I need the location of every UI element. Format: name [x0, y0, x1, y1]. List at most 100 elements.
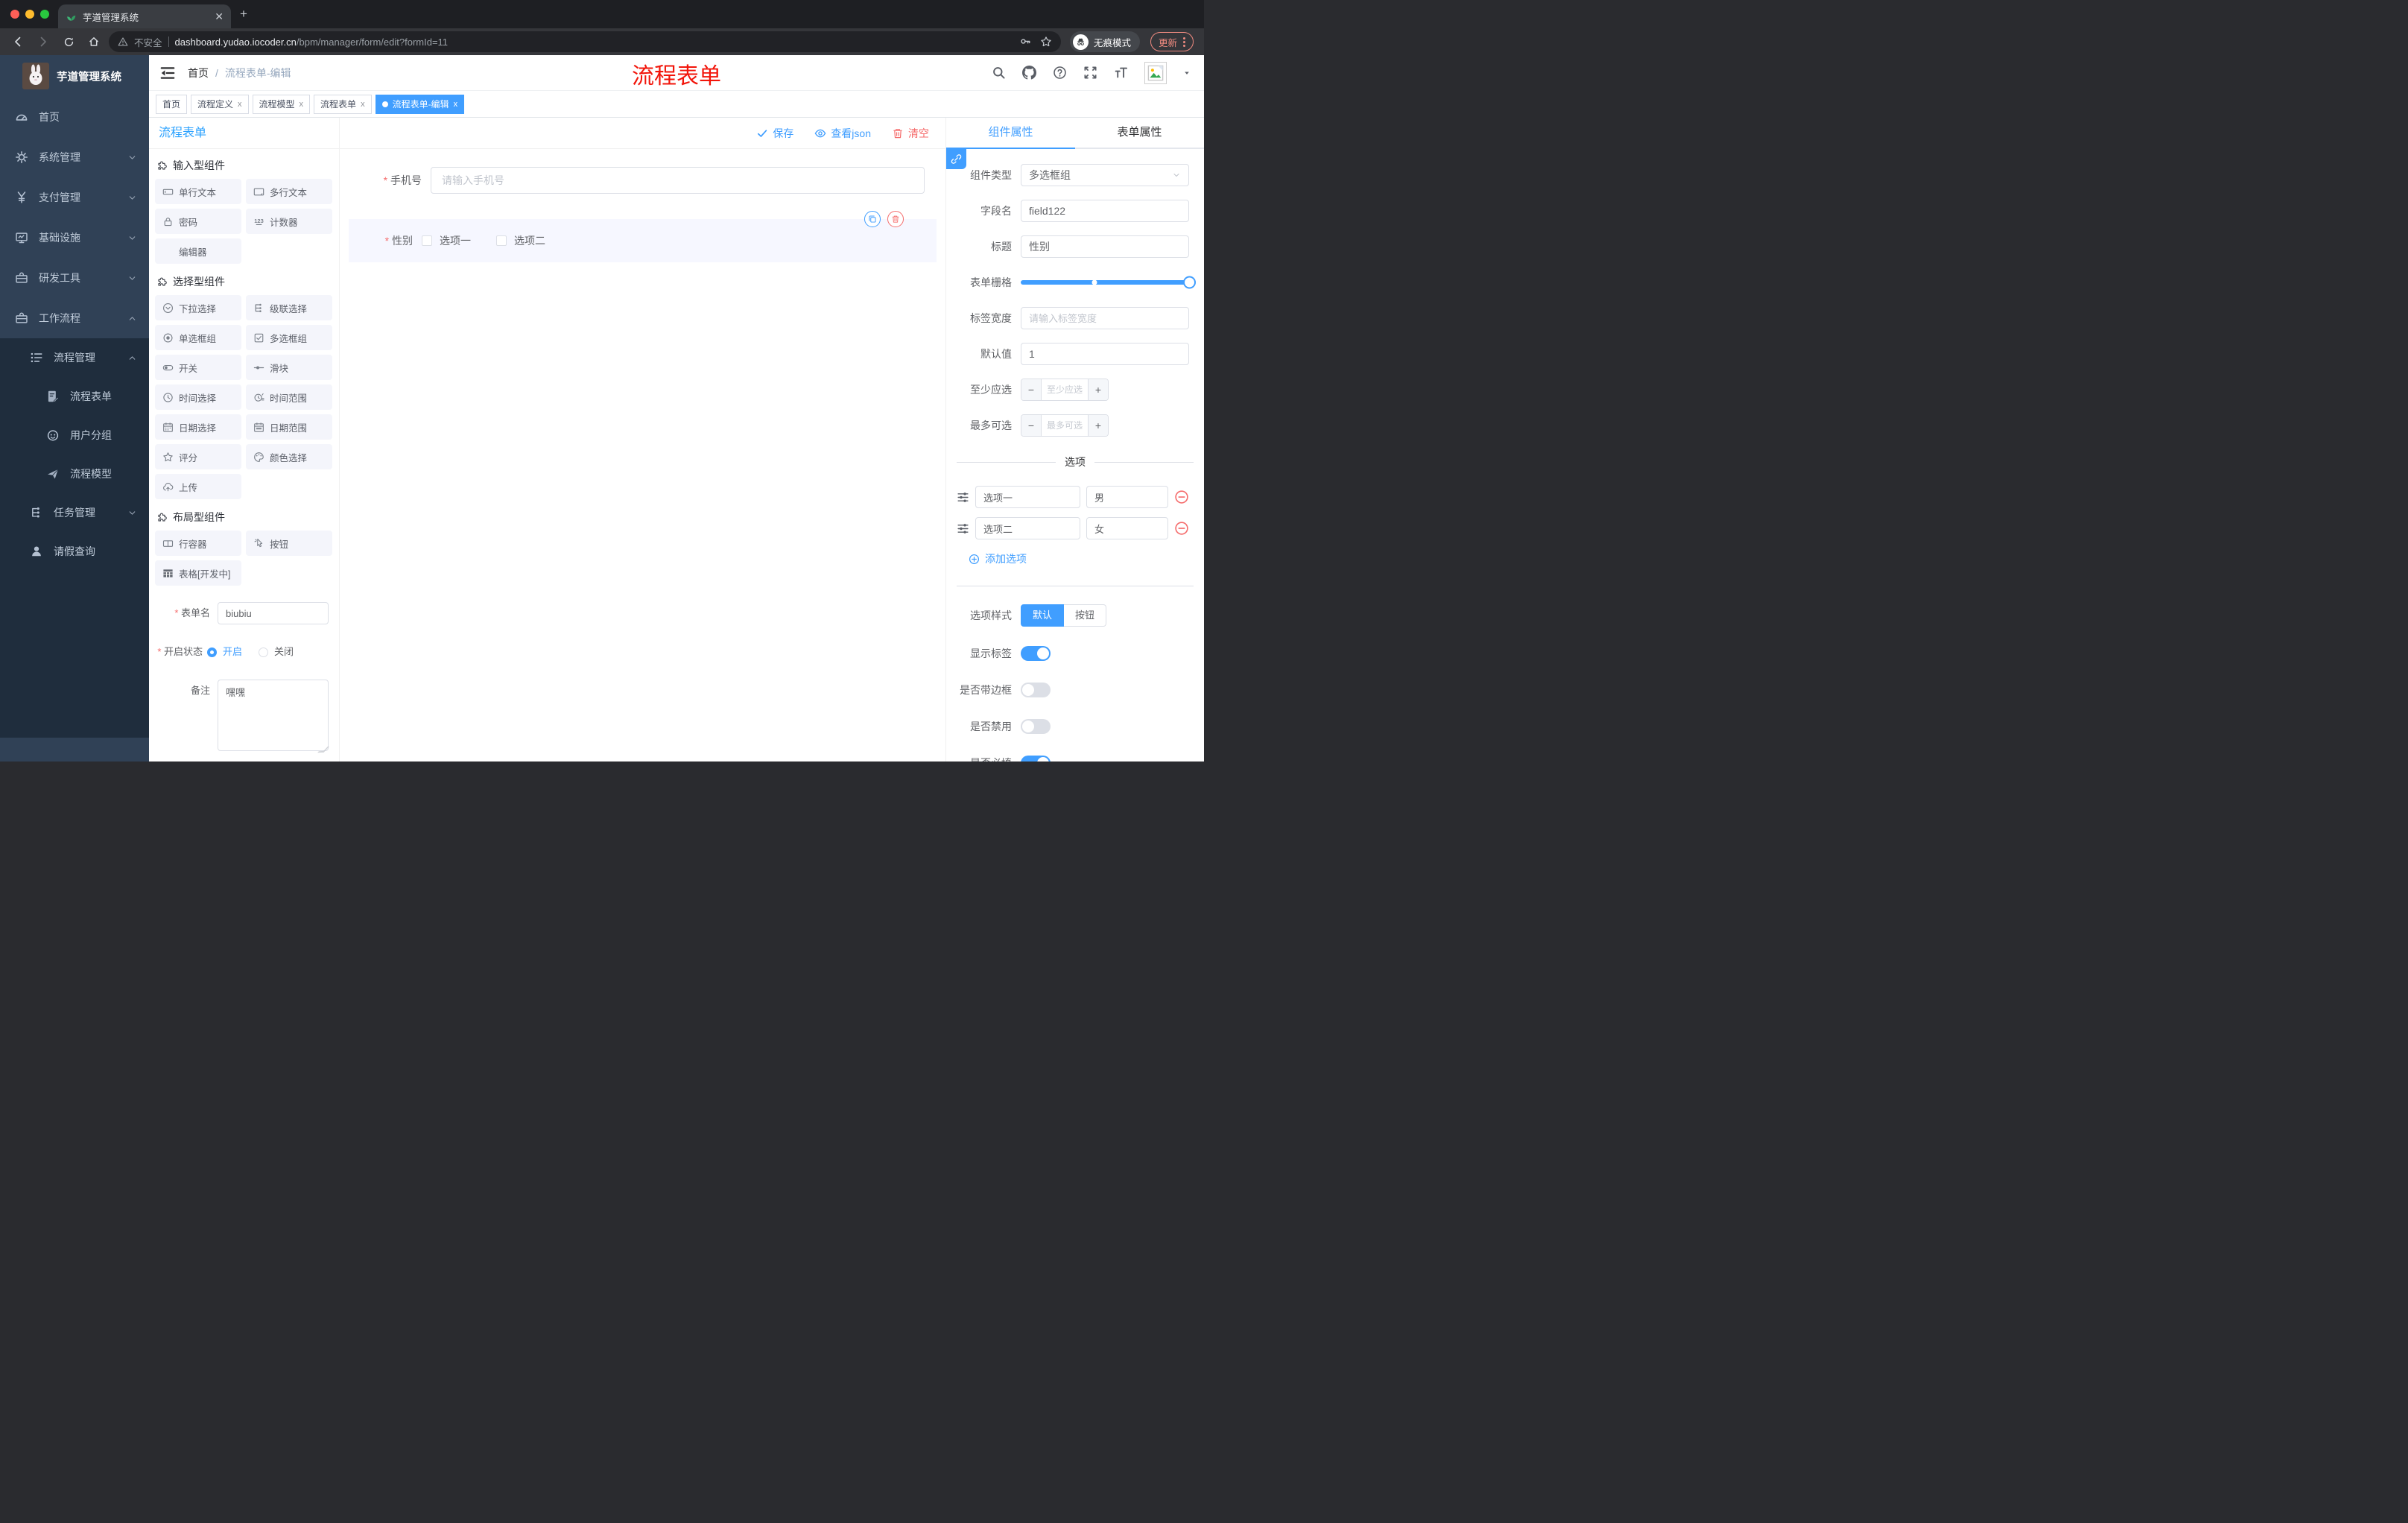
- component-time-range[interactable]: 时间范围: [246, 384, 332, 410]
- sidebar-item-payment[interactable]: 支付管理: [0, 177, 149, 218]
- search-icon[interactable]: [992, 66, 1006, 80]
- component-select[interactable]: 下拉选择: [155, 295, 241, 320]
- option-style-button[interactable]: 按钮: [1064, 604, 1107, 627]
- remove-option-icon[interactable]: [1174, 521, 1189, 536]
- component-radio-group[interactable]: 单选框组: [155, 325, 241, 350]
- close-window-button[interactable]: [10, 10, 19, 19]
- sidebar-item-process-manage[interactable]: 流程管理: [0, 338, 149, 377]
- stepper-decrease-button[interactable]: −: [1021, 415, 1042, 436]
- new-tab-button[interactable]: +: [240, 7, 247, 20]
- drag-handle-icon[interactable]: [957, 491, 969, 504]
- radio-on-label[interactable]: 开启: [223, 641, 242, 663]
- radio-off[interactable]: [259, 647, 269, 657]
- field-name-input[interactable]: [1021, 200, 1189, 222]
- stepper-decrease-button[interactable]: −: [1021, 379, 1042, 400]
- radio-on[interactable]: [207, 647, 217, 657]
- border-switch[interactable]: [1021, 683, 1051, 697]
- form-grid-slider[interactable]: [1021, 271, 1196, 294]
- sidebar-item-user-group[interactable]: 用户分组: [0, 416, 149, 455]
- component-row-container[interactable]: 行容器: [155, 531, 241, 556]
- browser-menu-icon[interactable]: [1183, 37, 1185, 47]
- checkbox-option-1[interactable]: [422, 235, 432, 246]
- slider-handle[interactable]: [1183, 276, 1196, 289]
- component-time-picker[interactable]: 时间选择: [155, 384, 241, 410]
- tag-home[interactable]: 首页: [156, 94, 188, 114]
- zoom-window-button[interactable]: [40, 10, 49, 19]
- component-password[interactable]: 密码: [155, 209, 241, 234]
- link-badge[interactable]: [946, 149, 966, 169]
- min-select-input[interactable]: [1042, 379, 1088, 400]
- browser-tab[interactable]: 芋道管理系统 ✕: [58, 4, 231, 28]
- radio-off-label[interactable]: 关闭: [274, 641, 294, 663]
- sidebar-item-process-model[interactable]: 流程模型: [0, 455, 149, 493]
- tag-process-model[interactable]: 流程模型 x: [252, 94, 311, 114]
- sidebar-item-home[interactable]: 首页: [0, 97, 149, 137]
- forward-icon[interactable]: [33, 31, 54, 52]
- delete-component-button[interactable]: [887, 211, 904, 227]
- tab-close-icon[interactable]: ✕: [215, 10, 224, 23]
- github-icon[interactable]: [1022, 66, 1036, 80]
- title-input[interactable]: [1021, 235, 1189, 258]
- form-remark-textarea[interactable]: 嘿嘿: [218, 680, 329, 751]
- phone-field-row[interactable]: 手机号: [374, 167, 925, 194]
- address-bar[interactable]: 不安全 dashboard.yudao.iocoder.cn/bpm/manag…: [109, 31, 1061, 52]
- selected-component-gender[interactable]: 性别 选项一 选项二: [349, 211, 937, 262]
- tag-process-form-edit[interactable]: 流程表单-编辑 x: [375, 94, 465, 114]
- tag-close-icon[interactable]: x: [454, 100, 458, 109]
- disabled-switch[interactable]: [1021, 719, 1051, 734]
- tag-process-form[interactable]: 流程表单 x: [314, 94, 372, 114]
- sidebar-collapse-icon[interactable]: [159, 65, 176, 81]
- breadcrumb-home[interactable]: 首页: [188, 66, 209, 80]
- component-date-picker[interactable]: 日期选择: [155, 414, 241, 440]
- label-width-input[interactable]: [1021, 307, 1189, 329]
- add-option-button[interactable]: 添加选项: [969, 551, 1204, 566]
- fullscreen-icon[interactable]: [1083, 66, 1097, 80]
- tab-form-props[interactable]: 表单属性: [1075, 118, 1204, 149]
- tag-process-definition[interactable]: 流程定义 x: [191, 94, 249, 114]
- avatar-caret-down-icon[interactable]: [1183, 69, 1191, 77]
- minimize-window-button[interactable]: [25, 10, 34, 19]
- default-value-input[interactable]: [1021, 343, 1189, 365]
- component-checkbox-group[interactable]: 多选框组: [246, 325, 332, 350]
- sidebar-item-infra[interactable]: 基础设施: [0, 218, 149, 258]
- save-button[interactable]: 保存: [756, 126, 793, 141]
- tag-close-icon[interactable]: x: [300, 100, 304, 109]
- font-size-icon[interactable]: [1114, 66, 1128, 80]
- option-1-value-input[interactable]: [1086, 486, 1168, 508]
- component-rate[interactable]: 评分: [155, 444, 241, 469]
- phone-input[interactable]: [431, 167, 925, 194]
- sidebar-item-workflow[interactable]: 工作流程: [0, 298, 149, 338]
- remove-option-icon[interactable]: [1174, 490, 1189, 504]
- option-style-default[interactable]: 默认: [1021, 604, 1065, 627]
- component-counter[interactable]: 计数器: [246, 209, 332, 234]
- component-type-select[interactable]: 多选框组: [1021, 164, 1189, 186]
- component-editor[interactable]: 编辑器: [155, 238, 241, 264]
- required-switch[interactable]: [1021, 756, 1051, 762]
- view-json-button[interactable]: 查看json: [814, 126, 871, 141]
- security-label[interactable]: 不安全: [134, 35, 162, 49]
- component-switch[interactable]: 开关: [155, 355, 241, 380]
- avatar[interactable]: [1144, 61, 1167, 84]
- component-multi-text[interactable]: 多行文本: [246, 179, 332, 204]
- form-name-input[interactable]: [218, 602, 329, 624]
- tab-component-props[interactable]: 组件属性: [946, 118, 1075, 149]
- tag-close-icon[interactable]: x: [361, 100, 365, 109]
- browser-update-button[interactable]: 更新: [1150, 32, 1194, 51]
- show-label-switch[interactable]: [1021, 646, 1051, 661]
- option-1-label-input[interactable]: [975, 486, 1080, 508]
- option-2-value-input[interactable]: [1086, 517, 1168, 539]
- sidebar-logo-row[interactable]: 芋道管理系统: [0, 55, 149, 97]
- home-icon[interactable]: [83, 31, 104, 52]
- component-cascader[interactable]: 级联选择: [246, 295, 332, 320]
- sidebar-item-process-form[interactable]: 流程表单: [0, 377, 149, 416]
- stepper-increase-button[interactable]: +: [1088, 379, 1108, 400]
- slider-track[interactable]: [1021, 276, 1196, 289]
- max-select-input[interactable]: [1042, 415, 1088, 436]
- bookmark-star-icon[interactable]: [1040, 36, 1052, 48]
- component-single-text[interactable]: 单行文本: [155, 179, 241, 204]
- help-icon[interactable]: [1053, 66, 1067, 80]
- sidebar-item-system[interactable]: 系统管理: [0, 137, 149, 177]
- back-icon[interactable]: [7, 31, 28, 52]
- component-upload[interactable]: 上传: [155, 474, 241, 499]
- clear-button[interactable]: 清空: [892, 126, 929, 141]
